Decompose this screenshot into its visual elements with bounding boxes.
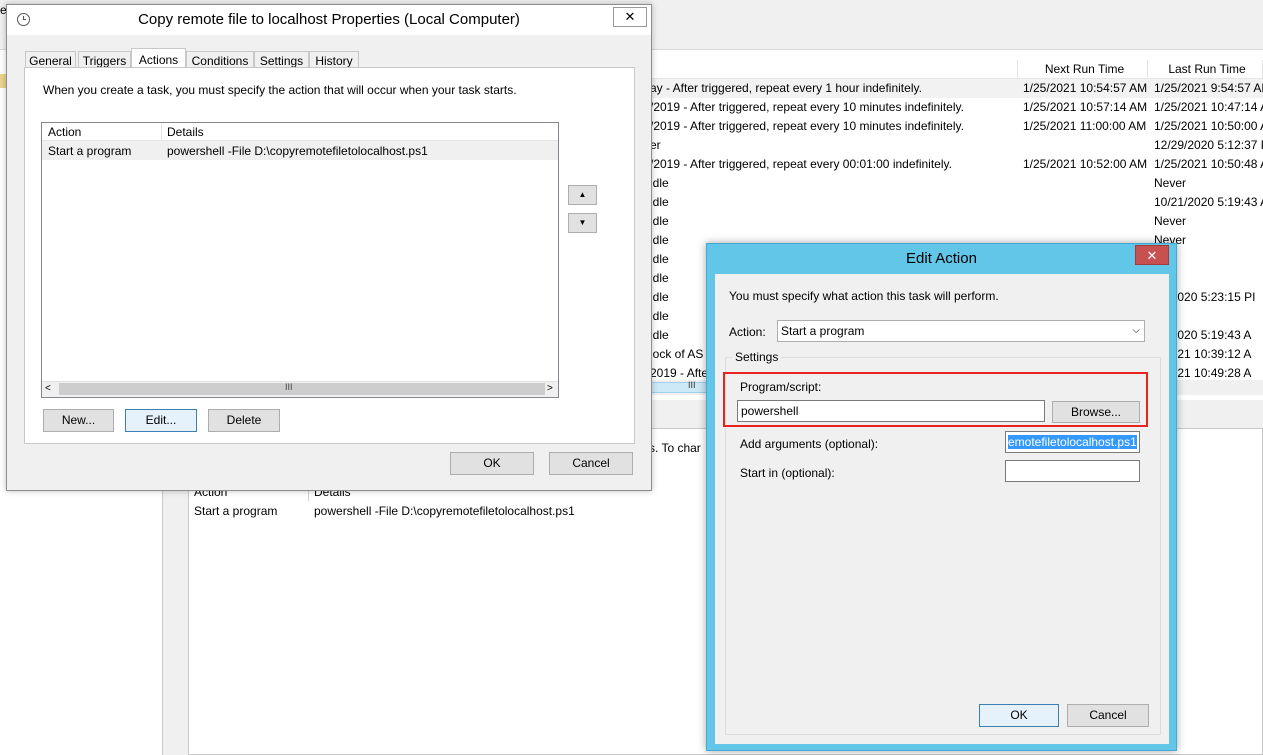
- task-row[interactable]: /2019 - After triggered, repeat every 10…: [650, 117, 1263, 136]
- actions-list: Action Details Start a program powershel…: [41, 122, 559, 398]
- task-row[interactable]: /2019 - After triggered, repeat every 10…: [650, 98, 1263, 117]
- action-row-type: Start a program: [48, 144, 132, 158]
- task-last-run-cell: 1/25/2021 10:50:00 A: [1154, 119, 1263, 133]
- edit-action-dialog: Edit Action ✕ You must specify what acti…: [706, 243, 1177, 751]
- list-scroll-thumb[interactable]: III: [59, 382, 545, 395]
- task-trigger-cell: ay - After triggered, repeat every 1 hou…: [650, 81, 922, 95]
- column-header-last-run[interactable]: Last Run Time: [1148, 60, 1263, 79]
- col-divider: [161, 123, 162, 141]
- edit-action-ok-button[interactable]: OK: [979, 704, 1059, 727]
- task-row[interactable]: /2019 - After triggered, repeat every 00…: [650, 155, 1263, 174]
- edit-action-title-bar[interactable]: Edit Action: [707, 244, 1176, 274]
- lower-partial-text: s. To char: [649, 441, 701, 455]
- edit-action-body: You must specify what action this task w…: [715, 274, 1169, 744]
- task-row[interactable]: idle Never: [650, 174, 1263, 193]
- properties-ok-button[interactable]: OK: [450, 452, 534, 475]
- edit-action-description: You must specify what action this task w…: [729, 289, 999, 303]
- arguments-input[interactable]: emotefiletolocalhost.ps1: [1005, 431, 1140, 453]
- task-trigger-cell: /2019 - After triggered, repeat every 10…: [650, 119, 964, 133]
- task-trigger-cell: /2019 - After triggered, repeat every 10…: [650, 100, 964, 114]
- arguments-label: Add arguments (optional):: [740, 437, 879, 451]
- task-trigger-cell: idle: [650, 195, 669, 209]
- task-trigger-cell: er: [650, 138, 661, 152]
- task-next-run-cell: 1/25/2021 10:57:14 AM: [1023, 100, 1148, 114]
- task-trigger-cell: idle: [650, 214, 669, 228]
- lower-row-action[interactable]: Start a program: [194, 504, 277, 518]
- scroll-right-icon[interactable]: >: [547, 383, 553, 394]
- task-last-run-cell: 12/29/2020 5:12:37 PI: [1154, 138, 1263, 152]
- chevron-down-icon: ⌵: [1132, 325, 1140, 336]
- properties-dialog: Copy remote file to localhost Properties…: [6, 4, 652, 491]
- task-row[interactable]: er 12/29/2020 5:12:37 PI: [650, 136, 1263, 155]
- move-down-button[interactable]: ▼: [568, 213, 597, 233]
- action-row-details: powershell -File D:\copyremotefiletoloca…: [167, 144, 428, 158]
- column-header-trigger[interactable]: [650, 60, 1018, 79]
- delete-button[interactable]: Delete: [208, 409, 280, 432]
- task-last-run-cell: Never: [1154, 214, 1187, 228]
- task-last-run-cell: 1/25/2021 10:47:14 A: [1154, 100, 1263, 114]
- task-trigger-cell: /2019 - After triggered, repeat every 00…: [650, 157, 952, 171]
- task-last-run-cell: Never: [1154, 176, 1187, 190]
- start-in-label: Start in (optional):: [740, 466, 835, 480]
- properties-close-button[interactable]: ✕: [613, 7, 647, 27]
- close-icon: ✕: [1146, 248, 1158, 263]
- move-up-button[interactable]: ▲: [568, 185, 597, 205]
- scroll-left-icon[interactable]: <: [45, 383, 51, 394]
- actions-tab-panel: When you create a task, you must specify…: [24, 67, 635, 444]
- task-row[interactable]: idle 10/21/2020 5:19:43 A: [650, 193, 1263, 212]
- properties-cancel-button[interactable]: Cancel: [549, 452, 633, 475]
- task-last-run-cell: 1/25/2021 9:54:57 AM: [1154, 81, 1263, 95]
- task-last-run-cell: 10/21/2020 5:19:43 A: [1154, 195, 1263, 209]
- column-header-next-run[interactable]: Next Run Time: [1018, 60, 1148, 79]
- actions-description: When you create a task, you must specify…: [43, 83, 517, 97]
- close-icon: ✕: [624, 9, 636, 24]
- task-last-run-cell: 1/25/2021 10:50:48 A: [1154, 157, 1263, 171]
- action-row[interactable]: Start a program powershell -File D:\copy…: [42, 141, 558, 160]
- task-next-run-cell: 1/25/2021 10:52:00 AM: [1023, 157, 1148, 171]
- arrow-down-icon: ▼: [578, 218, 587, 227]
- actions-list-header: Action Details: [42, 123, 558, 141]
- start-in-input[interactable]: [1005, 460, 1140, 482]
- arrow-up-icon: ▲: [578, 190, 587, 199]
- clock-icon: [17, 13, 30, 26]
- new-button[interactable]: New...: [43, 409, 114, 432]
- list-horizontal-scrollbar[interactable]: < III >: [42, 381, 558, 397]
- task-next-run-cell: 1/25/2021 10:54:57 AM: [1023, 81, 1148, 95]
- action-select[interactable]: Start a program ⌵: [777, 320, 1145, 342]
- action-select-value: Start a program: [781, 324, 865, 338]
- highlight-box: [723, 372, 1148, 427]
- task-trigger-cell: idle: [650, 176, 669, 190]
- task-row[interactable]: ay - After triggered, repeat every 1 hou…: [650, 79, 1263, 98]
- properties-title-bar[interactable]: Copy remote file to localhost Properties…: [7, 5, 651, 35]
- arguments-selected-text: emotefiletolocalhost.ps1: [1008, 435, 1137, 449]
- edit-button[interactable]: Edit...: [125, 409, 197, 432]
- properties-title: Copy remote file to localhost Properties…: [138, 11, 520, 28]
- edit-action-cancel-button[interactable]: Cancel: [1067, 704, 1149, 727]
- col-details-header[interactable]: Details: [167, 125, 204, 139]
- edit-action-close-button[interactable]: ✕: [1135, 245, 1169, 265]
- action-label: Action:: [729, 325, 766, 339]
- edit-action-title: Edit Action: [906, 250, 977, 267]
- lower-row-details[interactable]: powershell -File D:\copyremotefiletoloca…: [314, 504, 575, 518]
- col-action-header[interactable]: Action: [48, 125, 81, 139]
- task-row[interactable]: idle Never: [650, 212, 1263, 231]
- settings-label: Settings: [732, 350, 782, 364]
- task-next-run-cell: 1/25/2021 11:00:00 AM: [1023, 119, 1147, 133]
- scrollbar-grip-icon: III: [688, 380, 696, 390]
